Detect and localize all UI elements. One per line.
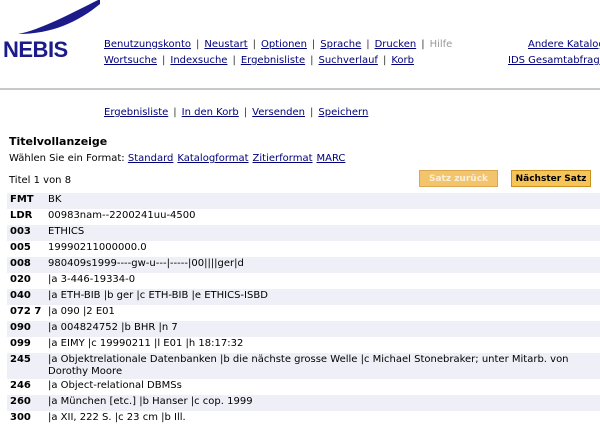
nav-indexsuche[interactable]: Indexsuche (170, 55, 227, 66)
record-count: Titel 1 von 8 (9, 175, 72, 186)
nebis-logo[interactable]: NEBIS (0, 0, 100, 70)
nav-benutzungskonto[interactable]: Benutzungskonto (104, 39, 191, 50)
marc-tag: 040 (7, 289, 45, 305)
previous-record-button[interactable]: Satz zurück (419, 170, 498, 187)
nav-ergebnisliste[interactable]: Ergebnisliste (241, 55, 305, 66)
action-speichern[interactable]: Speichern (318, 107, 368, 118)
marc-value: ETHICS (45, 225, 600, 241)
nav-neustart[interactable]: Neustart (204, 39, 247, 50)
table-row: FMT BK (7, 193, 600, 209)
marc-value: 19990211000000.0 (45, 241, 600, 257)
marc-tag: LDR (7, 209, 45, 225)
nav-wortsuche[interactable]: Wortsuche (104, 55, 157, 66)
next-record-button[interactable]: Nächster Satz (511, 170, 591, 187)
top-nav-secondary: Wortsuche | Indexsuche | Ergebnisliste | Suchv… (104, 55, 414, 66)
marc-value: BK (45, 193, 600, 209)
marc-tag: 245 (7, 353, 45, 379)
marc-tag: FMT (7, 193, 45, 209)
marc-value: |a 004824752 |b BHR |n 7 (45, 321, 600, 337)
table-row: 040 |a ETH-BIB |b ger |c ETH-BIB |e ETHIC… (7, 289, 600, 305)
marc-tag: 090 (7, 321, 45, 337)
marc-tag: 003 (7, 225, 45, 241)
header-divider (0, 88, 600, 90)
top-nav-primary: Benutzungskonto | Neustart | Optionen | Sprach… (104, 39, 453, 50)
action-versenden[interactable]: Versenden (252, 107, 305, 118)
nav-drucken[interactable]: Drucken (375, 39, 417, 50)
table-row: 005 19990211000000.0 (7, 241, 600, 257)
action-bar: Ergebnisliste | In den Korb | Versenden | Spei… (104, 107, 369, 118)
logo-text: NEBIS (3, 37, 68, 62)
marc-value: |a Object-relational DBMSs (45, 379, 600, 395)
marc-value: |a ETH-BIB |b ger |c ETH-BIB |e ETHICS-I… (45, 289, 600, 305)
marc-tag: 008 (7, 257, 45, 273)
marc-value: |a 3-446-19334-0 (45, 273, 600, 289)
table-row: LDR 00983nam--2200241uu-4500 (7, 209, 600, 225)
action-in-den-korb[interactable]: In den Korb (182, 107, 239, 118)
table-row: 245 |a Objektrelationale Datenbanken |b d… (7, 353, 600, 379)
table-row: 008 980409s1999----gw-u---|-----|00||||ge… (7, 257, 600, 273)
table-row: 003 ETHICS (7, 225, 600, 241)
page-title: Titelvollanzeige (9, 135, 108, 148)
nav-ids-gesamtabfrage[interactable]: IDS Gesamtabfrag (508, 55, 600, 66)
marc-record-table: FMT BK LDR 00983nam--2200241uu-4500 003 ETHIC… (7, 193, 600, 427)
marc-tag: 246 (7, 379, 45, 395)
marc-value: |a Objektrelationale Datenbanken |b die … (45, 353, 600, 379)
nav-hilfe: Hilfe (429, 39, 453, 50)
format-zitierformat[interactable]: Zitierformat (253, 153, 313, 164)
marc-tag: 072 7 (7, 305, 45, 321)
marc-value: |a EIMY |c 19990211 |l E01 |h 18:17:32 (45, 337, 600, 353)
action-ergebnisliste[interactable]: Ergebnisliste (104, 107, 168, 118)
nav-optionen[interactable]: Optionen (261, 39, 307, 50)
table-row: 020 |a 3-446-19334-0 (7, 273, 600, 289)
marc-value: |a XII, 222 S. |c 23 cm |b Ill. (45, 411, 600, 427)
marc-value: |a München [etc.] |b Hanser |c cop. 1999 (45, 395, 600, 411)
nav-korb[interactable]: Korb (391, 55, 414, 66)
marc-tag: 020 (7, 273, 45, 289)
marc-value: 980409s1999----gw-u---|-----|00||||ger|d (45, 257, 600, 273)
table-row: 099 |a EIMY |c 19990211 |l E01 |h 18:17:3… (7, 337, 600, 353)
format-prompt: Wählen Sie ein Format: (9, 153, 125, 164)
marc-tag: 260 (7, 395, 45, 411)
table-row: 260 |a München [etc.] |b Hanser |c cop. 1… (7, 395, 600, 411)
table-row: 090 |a 004824752 |b BHR |n 7 (7, 321, 600, 337)
format-katalogformat[interactable]: Katalogformat (177, 153, 248, 164)
nav-suchverlauf[interactable]: Suchverlauf (318, 55, 377, 66)
marc-tag: 005 (7, 241, 45, 257)
marc-value: 00983nam--2200241uu-4500 (45, 209, 600, 225)
format-marc[interactable]: MARC (317, 153, 346, 164)
nav-andere-kataloge[interactable]: Andere Katalog (528, 39, 600, 50)
table-row: 072 7 |a 090 |2 E01 (7, 305, 600, 321)
table-row: 246 |a Object-relational DBMSs (7, 379, 600, 395)
marc-value: |a 090 |2 E01 (45, 305, 600, 321)
marc-tag: 300 (7, 411, 45, 427)
nav-sprache[interactable]: Sprache (320, 39, 361, 50)
format-standard[interactable]: Standard (128, 153, 174, 164)
header: NEBIS Benutzungskonto | Neustart | Optionen |… (0, 0, 600, 78)
marc-tag: 099 (7, 337, 45, 353)
format-selector: Wählen Sie ein Format: Standard Katalogfo… (9, 153, 349, 164)
table-row: 300 |a XII, 222 S. |c 23 cm |b Ill. (7, 411, 600, 427)
